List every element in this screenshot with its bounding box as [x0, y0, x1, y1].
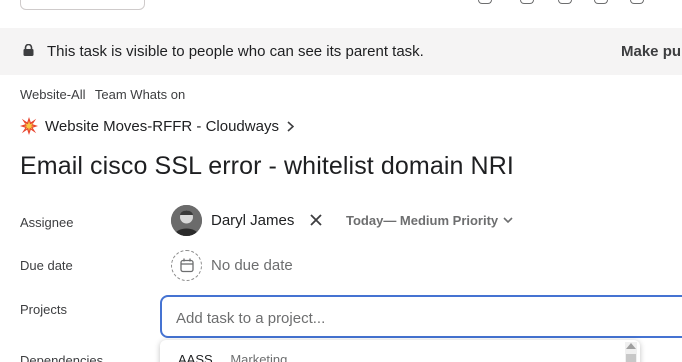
top-toolbar [0, 0, 682, 28]
breadcrumb-item[interactable]: Website-All [20, 87, 86, 102]
breadcrumb-item[interactable]: Team Whats on [95, 87, 185, 102]
lock-icon [23, 44, 34, 56]
due-date-value[interactable]: No due date [211, 257, 293, 274]
collision-icon [20, 117, 38, 135]
more-icon[interactable] [630, 0, 644, 4]
list-item[interactable]: AASS Marketing [178, 352, 287, 362]
parent-task-label[interactable]: Website Moves-RFFR - Cloudways [45, 118, 279, 135]
toolbar-button[interactable] [20, 0, 145, 10]
parent-task-link[interactable]: Website Moves-RFFR - Cloudways [20, 116, 294, 136]
due-date-label: Due date [20, 258, 73, 273]
make-public-button[interactable]: Make pu [621, 43, 681, 60]
link-icon[interactable] [558, 0, 572, 4]
dependencies-label: Dependencies [20, 353, 104, 362]
avatar-photo [171, 205, 202, 236]
chevron-down-icon [503, 217, 513, 224]
assignee-name[interactable]: Daryl James [211, 212, 294, 229]
calendar-icon [180, 258, 194, 273]
scroll-up-icon[interactable] [626, 343, 636, 349]
subtask-icon[interactable] [520, 0, 534, 4]
expand-icon[interactable] [594, 0, 608, 4]
project-search-field[interactable] [160, 295, 682, 338]
scrollbar-thumb[interactable] [626, 354, 636, 362]
chevron-right-icon [287, 120, 294, 132]
project-name: AASS [178, 352, 213, 362]
task-title[interactable]: Email cisco SSL error - whitelist domain… [20, 152, 514, 181]
assignee-label: Assignee [20, 215, 74, 230]
avatar[interactable] [171, 205, 202, 236]
banner-message: This task is visible to people who can s… [47, 43, 424, 60]
project-team: Marketing [230, 352, 288, 362]
priority-text: Today— Medium Priority [346, 213, 499, 228]
breadcrumb: Website-All Team Whats on [20, 87, 191, 102]
priority-dropdown[interactable]: Today— Medium Priority [346, 213, 513, 228]
close-icon[interactable] [309, 213, 323, 227]
due-date-button[interactable] [171, 250, 202, 281]
project-search-input[interactable] [176, 307, 676, 329]
attachment-icon[interactable] [478, 0, 492, 4]
visibility-banner: This task is visible to people who can s… [0, 28, 682, 75]
project-suggestions-dropdown: AASS Marketing [160, 340, 640, 362]
projects-label: Projects [20, 302, 67, 317]
